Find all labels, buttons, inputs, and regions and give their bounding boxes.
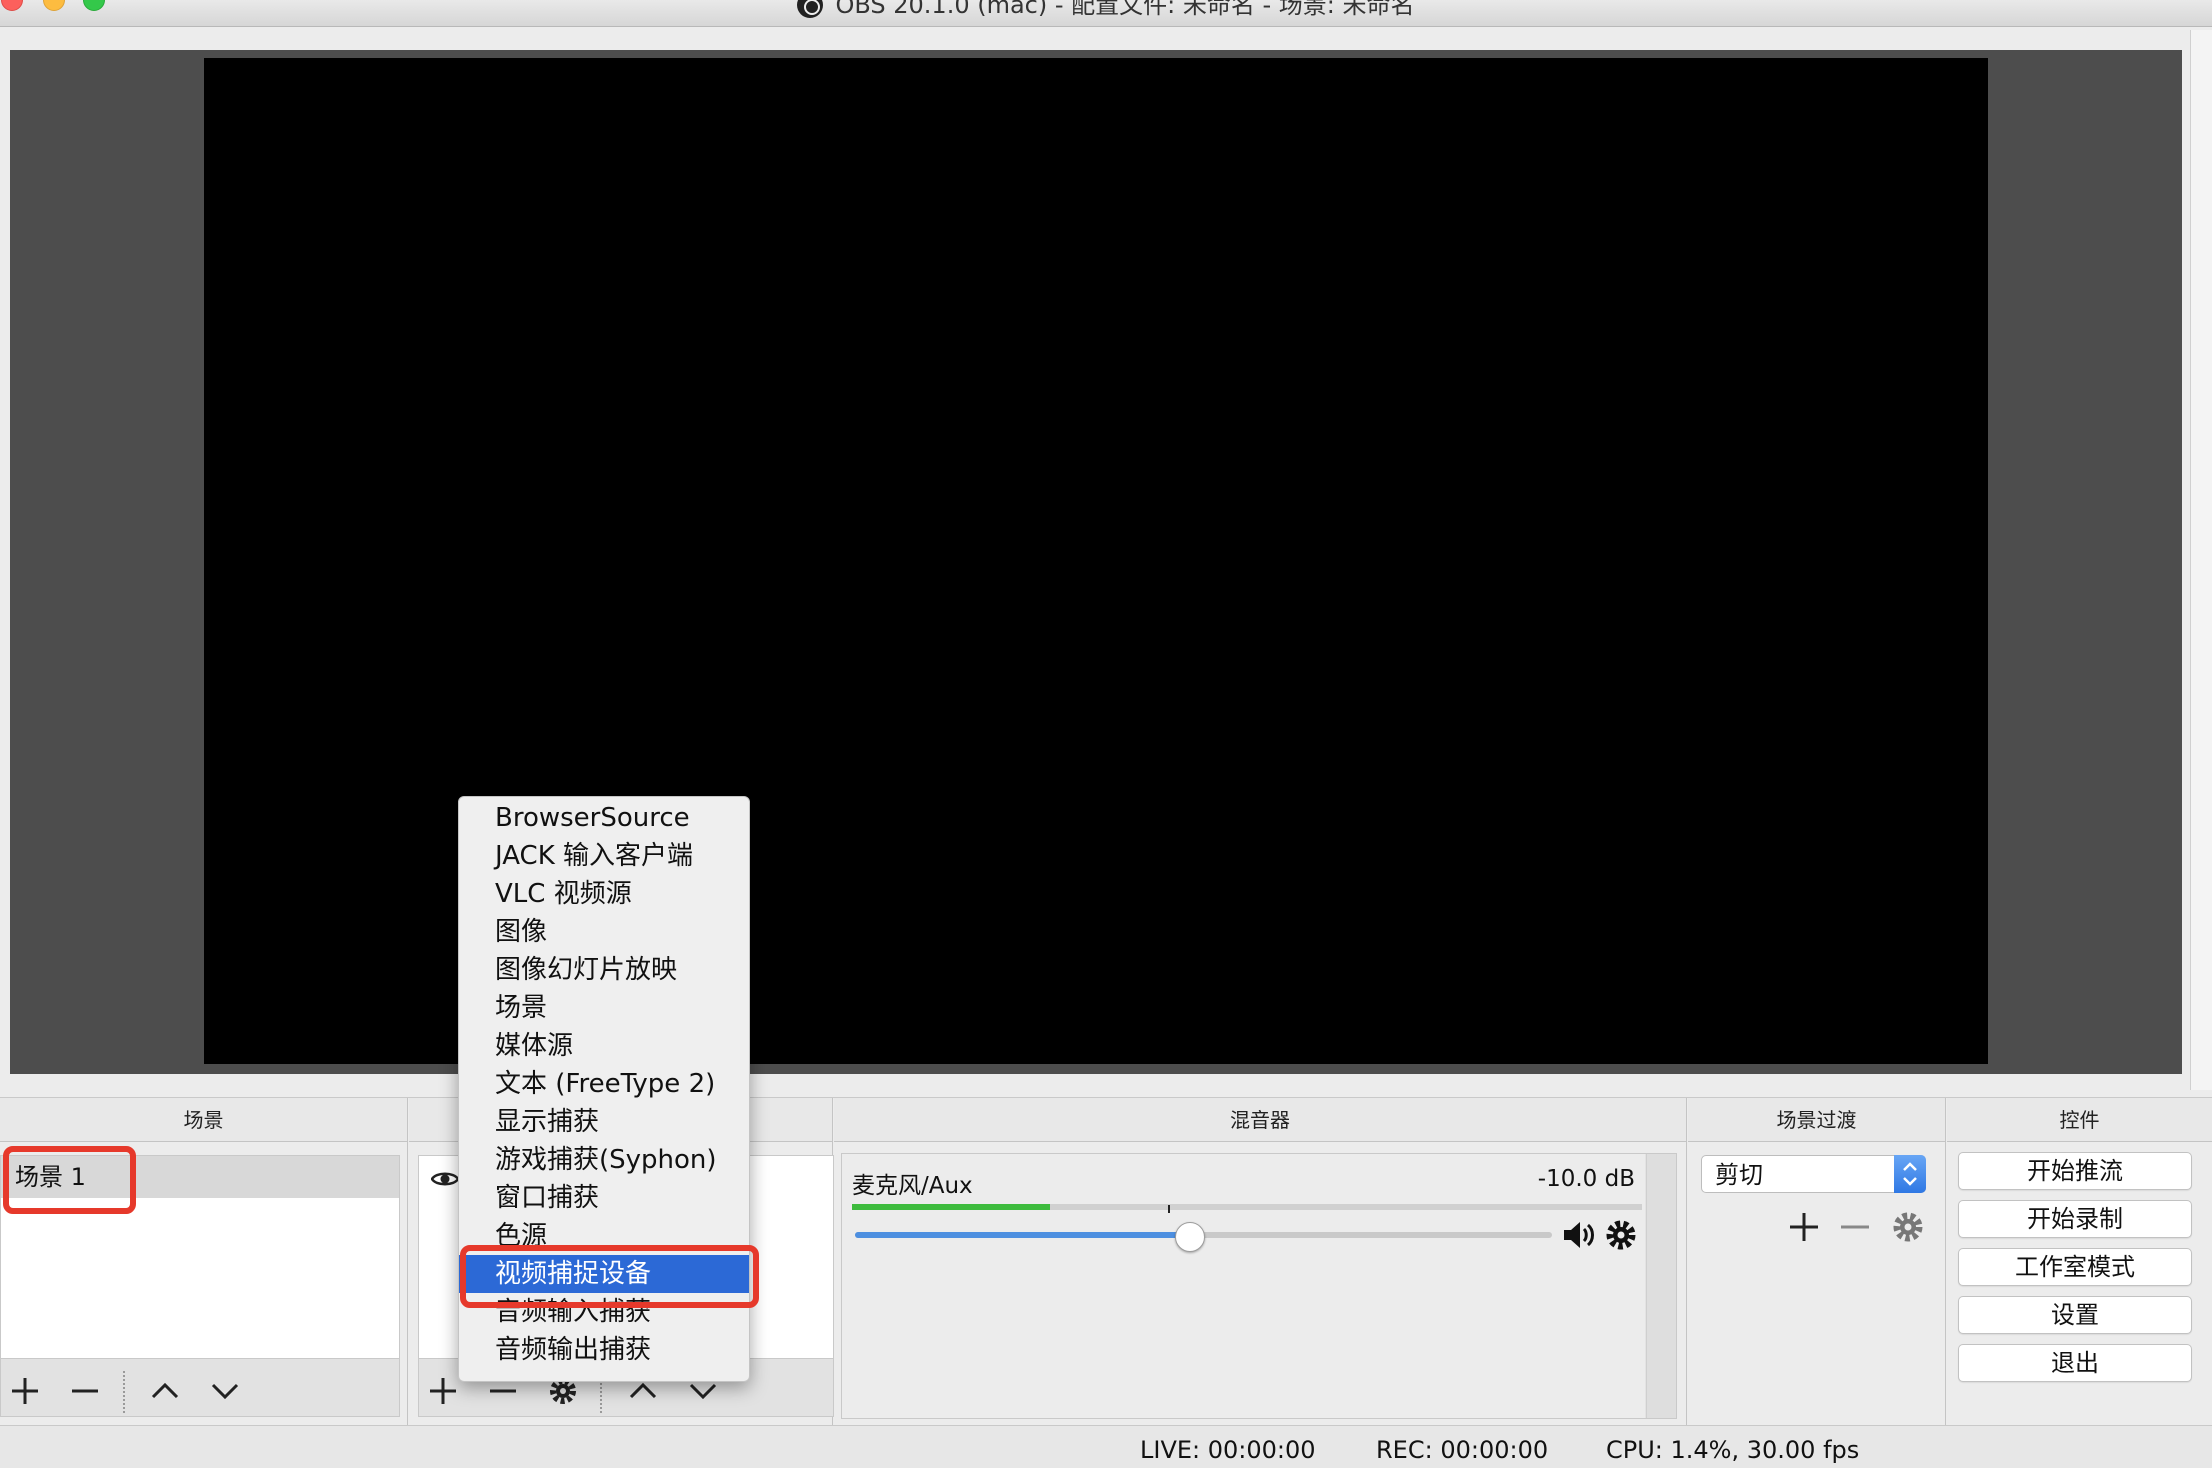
eye-icon[interactable] [431,1170,459,1188]
mixer-header: 混音器 [834,1098,1686,1142]
menu-item-annotation-box [460,1245,759,1308]
menu-item[interactable]: JACK 输入客户端 [459,837,749,875]
menu-item[interactable]: 显示捕获 [459,1103,749,1141]
speaker-icon[interactable] [1562,1218,1598,1252]
transitions-panel: 场景过渡 剪切 [1688,1098,1946,1426]
menu-item[interactable]: 场景 [459,989,749,1027]
transition-gear-icon[interactable] [1891,1210,1925,1244]
scenes-header: 场景 [0,1098,407,1142]
controls-header: 控件 [1947,1098,2212,1142]
channel-name: 麦克风/Aux [852,1173,973,1199]
volume-meter-fill [852,1204,1050,1210]
start-streaming-button[interactable]: 开始推流 [1958,1152,2192,1190]
window-scrollbar[interactable] [2190,30,2212,1090]
menu-item[interactable]: 媒体源 [459,1027,749,1065]
menu-item[interactable]: 图像幻灯片放映 [459,951,749,989]
obs-logo-icon [797,0,824,18]
menu-item[interactable]: 音频输出捕获 [459,1331,749,1369]
menu-item[interactable]: VLC 视频源 [459,875,749,913]
move-scene-down-chevron-down-icon[interactable] [207,1373,243,1409]
preview-area[interactable] [10,50,2182,1074]
menu-item[interactable]: 游戏捕获(Syphon) [459,1141,749,1179]
mixer-box: 麦克风/Aux -10.0 dB [841,1153,1677,1419]
remove-scene-minus-icon[interactable] [67,1373,103,1409]
move-scene-up-chevron-up-icon[interactable] [147,1373,183,1409]
status-cpu: CPU: 1.4%, 30.00 fps [1606,1436,1860,1464]
dock-area: 场景 场景 1 混音器 麦克风/Aux -10.0 dB 场景过渡 剪切 控件 … [0,1097,2212,1426]
exit-button[interactable]: 退出 [1958,1344,2192,1382]
status-live: LIVE: 00:00:00 [1140,1436,1316,1464]
status-rec: REC: 00:00:00 [1376,1436,1549,1464]
start-recording-button[interactable]: 开始录制 [1958,1200,2192,1238]
title-bar: OBS 20.1.0 (mac) - 配置文件: 未命名 - 场景: 未命名 [0,0,2212,27]
mixer-channel: 麦克风/Aux -10.0 dB [842,1154,1645,1418]
add-transition-plus-icon[interactable] [1787,1210,1821,1244]
menu-item[interactable]: 文本 (FreeType 2) [459,1065,749,1103]
menu-item[interactable]: BrowserSource [459,799,749,837]
window-title-wrap: OBS 20.1.0 (mac) - 配置文件: 未命名 - 场景: 未命名 [0,0,2212,18]
controls-panel: 控件 开始推流 开始录制 工作室模式 设置 退出 [1947,1098,2212,1426]
volume-meter-peak [1168,1205,1170,1213]
window-title: OBS 20.1.0 (mac) - 配置文件: 未命名 - 场景: 未命名 [835,0,1415,19]
stepper-icon[interactable] [1894,1155,1926,1193]
channel-db-level: -10.0 dB [1537,1166,1635,1192]
transition-select-value: 剪切 [1715,1161,1763,1189]
gear-icon[interactable] [1604,1218,1638,1252]
add-source-plus-icon[interactable] [425,1373,461,1409]
mixer-scrollbar[interactable] [1646,1154,1676,1418]
scene-item-annotation-box [3,1146,136,1214]
transition-select[interactable]: 剪切 [1701,1155,1926,1193]
status-bar: LIVE: 00:00:00 REC: 00:00:00 CPU: 1.4%, … [0,1425,2212,1468]
mixer-panel: 混音器 麦克风/Aux -10.0 dB [834,1098,1687,1426]
volume-meter [852,1204,1642,1210]
toolbar-separator [123,1371,125,1413]
studio-mode-button[interactable]: 工作室模式 [1958,1248,2192,1286]
transitions-header: 场景过渡 [1688,1098,1945,1142]
menu-item[interactable]: 图像 [459,913,749,951]
volume-fader-knob[interactable] [1174,1222,1205,1252]
scene-toolbar [0,1359,400,1417]
menu-item[interactable]: 窗口捕获 [459,1179,749,1217]
add-scene-plus-icon[interactable] [7,1373,43,1409]
volume-fader-fill [855,1232,1190,1238]
remove-transition-minus-icon[interactable] [1838,1210,1872,1244]
settings-button[interactable]: 设置 [1958,1296,2192,1334]
